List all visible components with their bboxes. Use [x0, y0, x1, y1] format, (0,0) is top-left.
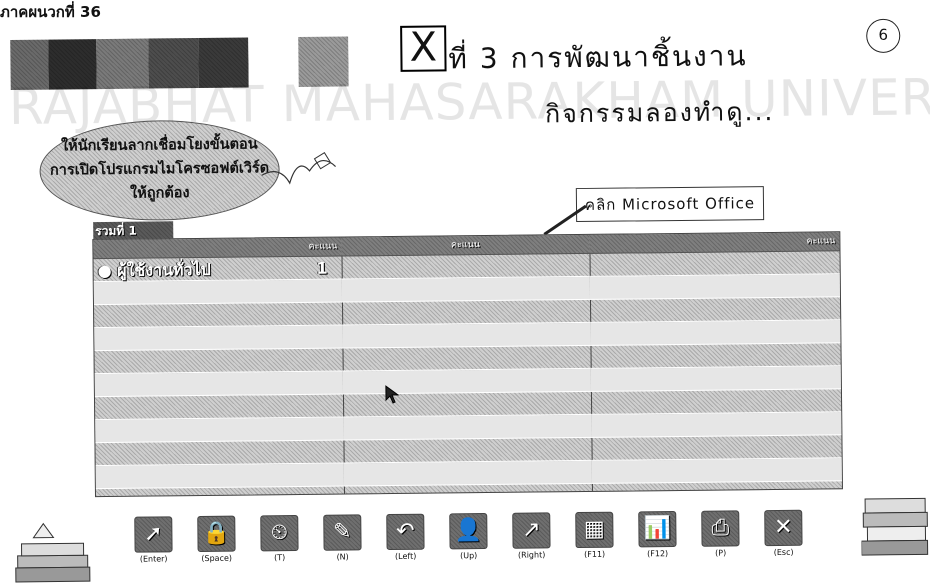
close-icon: ✕	[764, 509, 803, 547]
color-swatch	[198, 37, 249, 89]
tool-icon: ✎	[323, 514, 362, 551]
toolbar-key-label: (Space)	[201, 553, 233, 564]
instruction-line: ให้ถูกต้อง	[130, 185, 190, 202]
column-header: คะแนน	[93, 237, 342, 260]
toolbar-key-label: (Enter)	[139, 554, 168, 564]
slide: RAJABHAT MAHASARAKHAM UNIVERS X ที่ 3 กา…	[8, 9, 930, 586]
mouse-cursor-icon	[385, 385, 400, 404]
drop-row[interactable]	[95, 463, 344, 490]
books-icon	[15, 522, 91, 583]
toolbar-key-label: (F12)	[647, 549, 669, 559]
lock-icon: 🔒	[197, 515, 236, 553]
drop-row[interactable]	[589, 297, 841, 323]
hint-label[interactable]: คลิก Microsoft Office	[575, 186, 765, 223]
item-label: ผู้ใช้งานทั่วไป	[117, 259, 211, 280]
instruction-line: การเปิดโปรแกรมไมโครซอฟต์เวิร์ด	[49, 160, 270, 179]
books-icon	[861, 497, 929, 556]
toolbar-key-label: (F11)	[584, 549, 606, 559]
toolbar-key-label: (P)	[715, 548, 727, 558]
drop-row[interactable]	[343, 414, 592, 441]
draggable-item[interactable]: ● ผู้ใช้งานทั่วไป 1	[98, 258, 334, 282]
chart-tool-button[interactable]: 📊 (F12)	[637, 511, 677, 558]
page-number-badge: 6	[866, 18, 901, 54]
toolbar-key-label: (Left)	[394, 551, 417, 561]
column-header: คะแนน	[589, 232, 840, 254]
tool-n-button[interactable]: ✎ (N)	[322, 514, 362, 562]
color-swatch	[48, 39, 97, 90]
color-swatch	[10, 39, 49, 90]
toolbar: ➚ (Enter) 🔒 (Space) ⏲ (T) ✎ (N) ↶ (Left) 👤 (Up) ↗ (Ri…	[133, 509, 834, 580]
drop-row[interactable]	[94, 325, 343, 352]
close-tool-button[interactable]: ✕ (Esc)	[763, 509, 803, 558]
column-3: คะแนน	[589, 232, 842, 491]
drop-row[interactable]	[343, 460, 592, 487]
color-swatch	[298, 36, 349, 87]
drop-row[interactable]	[342, 345, 591, 372]
drop-row[interactable]	[343, 437, 592, 464]
drop-row[interactable]	[341, 276, 590, 303]
drop-row[interactable]	[591, 435, 842, 461]
drop-row[interactable]	[93, 279, 342, 306]
clock-icon: ⏲	[260, 514, 299, 552]
user-icon: 👤	[449, 513, 488, 550]
activity-panel: รวมที่ 1 คะแนน คะแนน คะแนน ● ผู้ใช้งานทั…	[92, 221, 843, 498]
instruction-line: ให้นักเรียนลากเชื่อมโยงขั้นตอน	[60, 136, 258, 155]
drop-row[interactable]	[591, 412, 842, 438]
item-number: 1	[316, 258, 328, 278]
user-tool-button[interactable]: 👤 (Up)	[448, 513, 488, 560]
drop-row[interactable]	[590, 320, 841, 346]
print-icon: ⎙	[701, 510, 740, 547]
cursor-icon: ➚	[134, 516, 173, 553]
drop-row[interactable]	[94, 394, 344, 421]
activity-title: กิจกรรมลองทำดู...	[544, 96, 775, 129]
lock-tool-button[interactable]: 🔒 (Space)	[196, 515, 236, 564]
drop-row[interactable]	[589, 274, 840, 300]
grid-tool-button[interactable]: ▦ (F11)	[574, 511, 614, 559]
instruction-bubble: ให้นักเรียนลากเชื่อมโยงขั้นตอน การเปิดโป…	[39, 119, 281, 222]
toolbar-key-label: (Up)	[460, 551, 478, 561]
grid-icon: ▦	[575, 511, 614, 549]
drop-row[interactable]	[342, 368, 591, 395]
drop-row[interactable]	[591, 458, 842, 484]
timer-tool-button[interactable]: ⏲ (T)	[259, 514, 299, 563]
drop-row[interactable]	[94, 371, 343, 398]
undo-icon: ↶	[386, 513, 425, 551]
color-swatch	[96, 38, 149, 90]
drop-row[interactable]	[341, 299, 591, 326]
column-header: คะแนน	[341, 234, 590, 257]
panel-tab[interactable]: รวมที่ 1	[93, 221, 174, 241]
drop-row[interactable]	[342, 391, 592, 418]
drop-row[interactable]	[94, 302, 343, 329]
drop-row[interactable]	[590, 366, 841, 392]
lesson-mark: X	[400, 25, 447, 72]
drop-row[interactable]	[341, 253, 590, 280]
redo-icon: ↗	[512, 512, 551, 549]
drop-row[interactable]	[95, 417, 344, 444]
toolbar-key-label: (Esc)	[773, 547, 794, 558]
print-tool-button[interactable]: ⎙ (P)	[700, 510, 740, 558]
drop-row[interactable]	[342, 322, 591, 349]
toolbar-key-label: (N)	[336, 552, 349, 562]
drop-row[interactable]	[94, 348, 343, 375]
color-swatch	[348, 35, 399, 87]
drop-row[interactable]	[589, 251, 840, 277]
undo-tool-button[interactable]: ↶ (Left)	[385, 513, 425, 561]
pointer-tool-button[interactable]: ➚ (Enter)	[133, 516, 173, 564]
bar-chart-icon: 📊	[638, 511, 677, 548]
toolbar-key-label: (Right)	[517, 550, 546, 560]
drop-row[interactable]	[95, 440, 344, 467]
column-2: คะแนน	[341, 234, 593, 494]
scribble-doodle	[261, 152, 336, 185]
bullet-icon: ●	[97, 260, 118, 281]
drop-row[interactable]	[590, 343, 841, 369]
unit-title: ที่ 3 การพัฒนาชิ้นงาน	[448, 39, 748, 76]
drop-row[interactable]	[590, 389, 842, 415]
color-swatch	[248, 36, 299, 88]
color-swatch-strip	[8, 9, 908, 90]
redo-tool-button[interactable]: ↗ (Right)	[511, 512, 551, 560]
color-swatch	[148, 38, 199, 89]
toolbar-key-label: (T)	[274, 553, 286, 563]
